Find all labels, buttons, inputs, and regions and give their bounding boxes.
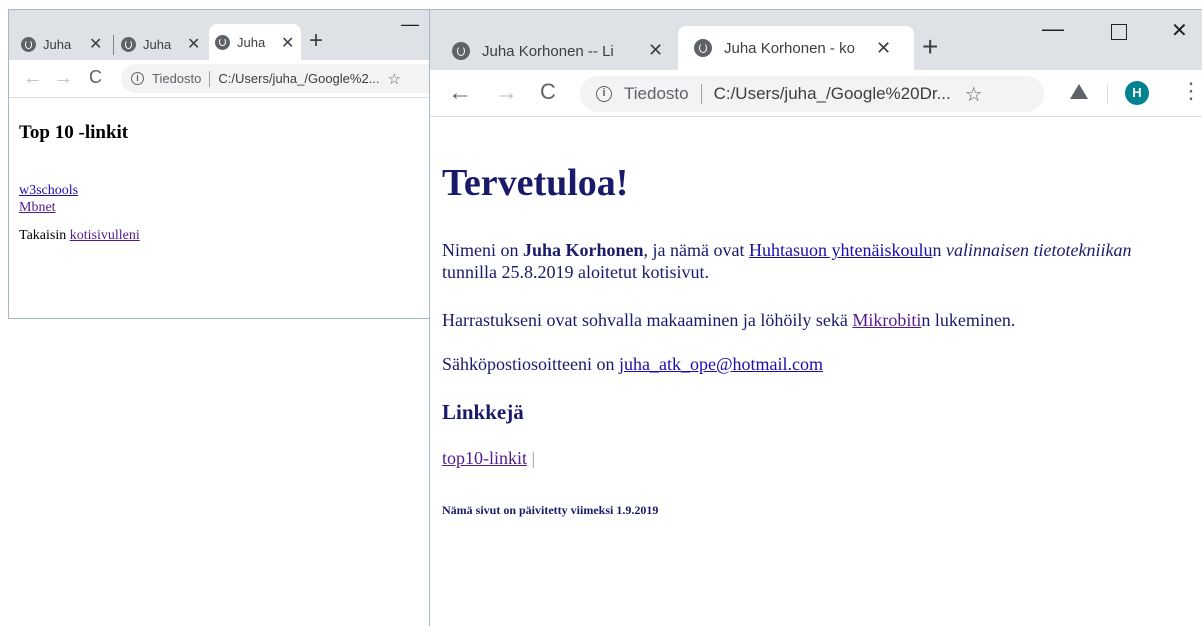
tab-title: Juha Korhonen - ko — [724, 39, 855, 57]
omnibox-divider — [209, 70, 211, 87]
page-content: Tervetuloa! Nimeni on Juha Korhonen, ja … — [430, 117, 1202, 626]
info-icon[interactable]: i — [131, 72, 144, 85]
forward-arrow-icon[interactable]: → — [494, 81, 518, 105]
tab-strip: Juha Korhonen -- Li ✕ Juha Korhonen - ko… — [430, 10, 1202, 70]
intro-text: , ja nämä ovat — [643, 240, 750, 260]
new-tab-button[interactable]: + — [309, 27, 323, 55]
close-window-button[interactable]: ✕ — [1171, 18, 1188, 43]
info-icon[interactable]: i — [596, 86, 612, 102]
page-title: Top 10 -linkit — [19, 122, 129, 143]
tab-title: Juha — [43, 37, 72, 52]
hobbies-text: n lukeminen. — [921, 310, 1016, 330]
minimize-button[interactable]: — — [401, 14, 419, 35]
link-mbnet[interactable]: Mbnet — [19, 200, 56, 215]
link-list: w3schools Mbnet — [19, 182, 433, 216]
menu-kebab-icon[interactable]: ⋮ — [1180, 80, 1202, 102]
intro-text: n — [932, 240, 946, 260]
bookmark-star-icon[interactable]: ☆ — [965, 82, 983, 107]
link-mikrobitti[interactable]: Mikrobiti — [852, 310, 921, 330]
omnibox-url: C:/Users/juha_/Google%20Dr... — [713, 84, 951, 103]
omnibox-url: C:/Users/juha_/Google%2... — [218, 71, 380, 86]
omnibox-security-label: Tiedosto — [152, 71, 202, 86]
profile-avatar[interactable]: H — [1125, 81, 1149, 105]
email-text: Sähköpostiosoitteeni on — [442, 354, 619, 374]
close-tab-icon[interactable]: ✕ — [187, 34, 200, 54]
links-separator: | — [531, 448, 536, 468]
hobbies-paragraph: Harrastukseni ovat sohvalla makaaminen j… — [442, 309, 1202, 331]
back-arrow-icon[interactable]: ← — [448, 81, 472, 105]
address-bar[interactable]: i Tiedosto C:/Users/juha_/Google%20Dr...… — [580, 76, 1044, 112]
globe-icon — [21, 37, 36, 52]
author-name: Juha Korhonen — [523, 240, 644, 260]
tab-title: Juha — [143, 37, 172, 52]
toolbar-divider — [1107, 84, 1108, 104]
link-top10[interactable]: top10-linkit — [442, 448, 527, 468]
globe-icon — [121, 37, 136, 52]
back-paragraph: Takaisin kotisivulleni — [19, 228, 433, 244]
tab-title: Juha Korhonen -- Li — [482, 42, 614, 60]
new-tab-button[interactable]: + — [922, 31, 938, 63]
intro-paragraph: Nimeni on Juha Korhonen, ja nämä ovat Hu… — [442, 239, 1167, 283]
reload-icon[interactable]: C — [540, 81, 556, 103]
tab-separator — [113, 35, 114, 55]
links-heading: Linkkejä — [442, 400, 524, 424]
link-email[interactable]: juha_atk_ope@hotmail.com — [619, 354, 823, 374]
email-paragraph: Sähköpostiosoitteeni on juha_atk_ope@hot… — [442, 353, 1202, 375]
minimize-button[interactable]: — — [1042, 16, 1064, 42]
globe-icon — [694, 39, 712, 57]
link-school[interactable]: Huhtasuon yhtenäiskoulu — [749, 240, 932, 260]
tab-2[interactable]: Juha ✕ — [121, 29, 207, 60]
toolbar: ← → C i Tiedosto C:/Users/juha_/Google%2… — [9, 60, 441, 98]
hobbies-text: Harrastukseni ovat sohvalla makaaminen j… — [442, 310, 853, 330]
close-tab-icon[interactable]: ✕ — [876, 38, 891, 59]
footer-updated: Nämä sivut on päivitetty viimeksi 1.9.20… — [442, 503, 659, 517]
page-content: Top 10 -linkit w3schools Mbnet Takaisin … — [9, 98, 433, 318]
close-tab-icon[interactable]: ✕ — [648, 40, 663, 61]
tab-3-active[interactable]: Juha ✕ — [209, 24, 301, 60]
intro-text: tunnilla 25.8.2019 aloitetut kotisivut. — [442, 262, 709, 282]
omnibox-security-label: Tiedosto — [624, 84, 689, 103]
reload-icon[interactable]: C — [89, 68, 102, 86]
tab-1[interactable]: Juha ✕ — [21, 29, 109, 60]
globe-icon — [215, 34, 230, 50]
bookmark-star-icon[interactable]: ☆ — [388, 70, 401, 88]
maximize-button[interactable] — [1111, 24, 1127, 40]
link-kotisivulleni[interactable]: kotisivulleni — [70, 228, 140, 243]
close-tab-icon[interactable]: ✕ — [281, 33, 294, 53]
browser-window-homepage: Juha Korhonen -- Li ✕ Juha Korhonen - ko… — [429, 9, 1202, 626]
tab-title: Juha — [237, 34, 266, 50]
course-name: valinnaisen tietotekniikan — [946, 240, 1132, 260]
omnibox-divider — [700, 84, 702, 104]
close-tab-icon[interactable]: ✕ — [89, 34, 102, 54]
link-w3schools[interactable]: w3schools — [19, 183, 78, 198]
back-arrow-icon[interactable]: ← — [23, 68, 43, 88]
tab-strip: Juha ✕ Juha ✕ Juha ✕ + — — [9, 10, 433, 60]
browser-window-top10: Juha ✕ Juha ✕ Juha ✕ + — ← → C i Tiedost… — [8, 9, 441, 319]
tab-2-active[interactable]: Juha Korhonen - ko ✕ — [678, 26, 914, 70]
globe-icon — [452, 42, 470, 60]
toolbar: ← → C i Tiedosto C:/Users/juha_/Google%2… — [430, 70, 1202, 117]
back-text: Takaisin — [19, 228, 67, 243]
intro-text: Nimeni on — [442, 240, 523, 260]
tab-1[interactable]: Juha Korhonen -- Li ✕ — [452, 32, 692, 70]
links-list: top10-linkit | — [442, 447, 1202, 469]
address-bar[interactable]: i Tiedosto C:/Users/juha_/Google%2... ☆ — [121, 64, 441, 93]
forward-arrow-icon[interactable]: → — [53, 68, 73, 88]
google-drive-icon[interactable] — [1070, 84, 1088, 99]
page-title: Tervetuloa! — [442, 162, 629, 204]
